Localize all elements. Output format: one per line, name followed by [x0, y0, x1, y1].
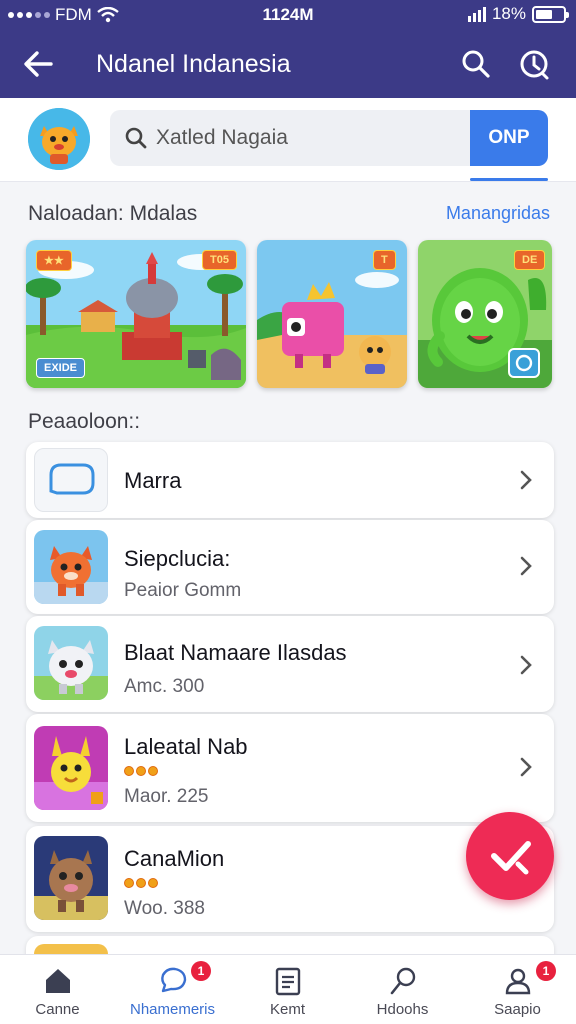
- list-item-name: CanaMion: [124, 846, 225, 871]
- nav-tab-messages[interactable]: 1 Nhamemeris: [115, 955, 230, 1024]
- cell-signal-icon: [467, 6, 486, 22]
- list-thumb: [34, 836, 108, 920]
- featured-card-3[interactable]: DE: [418, 240, 552, 388]
- app-bar: Ndanel Indanesia: [0, 30, 576, 98]
- nav-tab-documents[interactable]: Kemt: [230, 955, 345, 1024]
- status-right: 18%: [467, 4, 569, 24]
- search-button[interactable]: [458, 46, 494, 82]
- chevron-right-icon: [520, 655, 532, 675]
- battery-icon: [532, 5, 569, 23]
- notification-badge: 1: [536, 961, 556, 981]
- list-item-name: Laleatal Nab: [124, 734, 248, 759]
- nav-label: Nhamemeris: [129, 1001, 216, 1018]
- back-button[interactable]: [18, 46, 58, 82]
- card-corner-label: EXIDE: [36, 358, 86, 378]
- battery-percent: 18%: [491, 4, 526, 23]
- search-icon: [462, 50, 490, 78]
- list-item[interactable]: Siepclucia: Peaior Gomm: [26, 520, 554, 614]
- avatar[interactable]: [28, 108, 90, 170]
- fox-character-image: [34, 530, 108, 604]
- yellow-bunny-character-image: [34, 726, 108, 810]
- timer-icon: [520, 50, 549, 80]
- list-item-subtitle: Peaior Gomm: [124, 580, 242, 601]
- chevron-right-icon: [520, 757, 532, 777]
- search-box: ONP: [110, 110, 548, 181]
- document-icon: [275, 967, 301, 996]
- featured-see-all-link[interactable]: Manangridas: [446, 203, 550, 224]
- cat-character-image: [34, 626, 108, 700]
- notification-badge: 1: [191, 961, 211, 981]
- list-item-name: Marra: [124, 468, 182, 493]
- list-item-name: Siepclucia:: [124, 546, 231, 571]
- list-item-subtitle: Amc. 300: [124, 676, 205, 697]
- list-item[interactable]: Laleatal Nab Maor. 225: [26, 714, 554, 822]
- list-thumb: [34, 626, 108, 700]
- list-item[interactable]: Blaat Namaare Ilasdas Amc. 300: [26, 616, 554, 712]
- page-title: Ndanel Indanesia: [96, 50, 291, 78]
- chat-icon: [161, 967, 187, 993]
- mascot-avatar-icon: [28, 108, 90, 170]
- card-action-button[interactable]: [508, 348, 540, 378]
- featured-header: Naloadan: Mdalas Manangridas: [28, 200, 550, 228]
- list-heading: Peaaoloon::: [28, 410, 141, 433]
- fab-button[interactable]: [466, 812, 554, 900]
- list-thumb: [34, 448, 108, 512]
- card-rating-badge: ★★: [36, 250, 72, 271]
- list-thumb: [34, 530, 108, 604]
- nav-label: Saapio: [494, 1001, 541, 1018]
- bottom-nav: Canne 1 Nhamemeris Kemt Hdoohs 1 Saapio: [0, 954, 576, 1024]
- chevron-right-icon: [520, 470, 532, 490]
- timer-button[interactable]: [516, 46, 552, 82]
- chevron-right-icon: [520, 556, 532, 576]
- home-icon: [46, 969, 70, 993]
- nav-label: Kemt: [269, 1001, 305, 1018]
- card-tag: DE: [514, 250, 546, 270]
- list-item-subtitle: Woo. 388: [124, 898, 205, 919]
- card-tag: T05: [202, 250, 237, 270]
- status-bar: FDM 1124M 18%: [0, 0, 576, 30]
- nav-label: Hdoohs: [376, 1001, 429, 1018]
- arrow-left-icon: [24, 51, 53, 77]
- card-tag: T: [373, 250, 396, 270]
- owl-character-image: [34, 836, 108, 920]
- rating-pips: [124, 878, 158, 888]
- featured-card-1[interactable]: ★★ T05 EXIDE: [26, 240, 246, 388]
- nav-tab-home[interactable]: Canne: [0, 955, 115, 1024]
- check-icon: [491, 841, 531, 875]
- list-item-subtitle: Maor. 225: [124, 786, 209, 807]
- chat-bubble-icon: [49, 463, 95, 495]
- refresh-icon: [515, 354, 533, 372]
- search-submit-button[interactable]: ONP: [470, 110, 548, 166]
- search-row: ONP: [0, 98, 576, 182]
- rating-pips: [124, 766, 158, 776]
- list-item-name: Blaat Namaare Ilasdas: [124, 640, 347, 665]
- search-input[interactable]: [156, 120, 456, 156]
- search-tab-indicator: [470, 178, 548, 181]
- nav-tab-discover[interactable]: Hdoohs: [345, 955, 460, 1024]
- featured-heading: Naloadan: Mdalas: [28, 202, 198, 225]
- list-thumb: [34, 726, 108, 810]
- discover-icon: [390, 967, 416, 995]
- nav-label: Canne: [35, 1001, 80, 1018]
- profile-icon: [505, 968, 531, 995]
- list-item[interactable]: Marra: [26, 442, 554, 518]
- search-icon: [125, 127, 147, 149]
- nav-tab-profile[interactable]: 1 Saapio: [460, 955, 575, 1024]
- featured-card-2[interactable]: T: [257, 240, 407, 388]
